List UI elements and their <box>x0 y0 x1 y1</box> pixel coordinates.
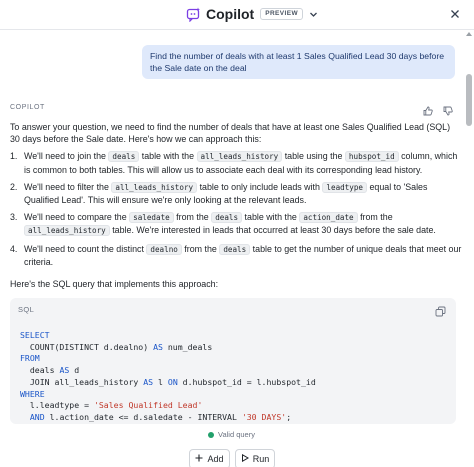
list-number: 2. <box>10 181 18 192</box>
header-title-group[interactable]: Copilot PREVIEW <box>186 6 318 22</box>
close-icon <box>450 6 460 24</box>
step-text: from the <box>173 212 212 223</box>
steps-list: 1. We'll need to join the deals table wi… <box>10 150 462 268</box>
code-line: JOIN all_leads_history AS l ON d.hubspot… <box>20 377 440 389</box>
sql-keyword: AS <box>59 365 70 376</box>
preview-badge: PREVIEW <box>260 7 303 21</box>
inline-code: saledate <box>129 212 174 224</box>
inline-code: deals <box>108 151 140 163</box>
code-line: SELECT <box>20 330 440 342</box>
copy-button[interactable] <box>435 304 446 317</box>
sql-keyword: AS <box>153 341 163 352</box>
thumbs-down-icon[interactable] <box>443 103 453 116</box>
sql-lead-in: Here's the SQL query that implements thi… <box>10 279 219 290</box>
step-text: from the <box>357 212 393 223</box>
plus-icon <box>195 454 203 464</box>
inline-code: all_leads_history <box>111 181 198 193</box>
sql-token: JOIN all_leads_history <box>20 376 144 387</box>
sql-keyword: SELECT <box>20 330 50 340</box>
sql-token: ; <box>286 411 292 422</box>
add-button[interactable]: Add <box>189 449 230 467</box>
scroll-up-arrow-icon[interactable] <box>466 32 472 36</box>
thumbs-up-icon[interactable] <box>423 103 433 116</box>
run-button[interactable]: Run <box>235 449 275 467</box>
sql-code-block: SQL SELECT COUNT(DISTINCT d.dealno) AS n… <box>10 298 456 424</box>
code-language-label: SQL <box>18 305 35 314</box>
inline-code: deals <box>211 212 243 224</box>
sql-token: d <box>69 365 80 376</box>
response-sender-label: COPILOT <box>10 104 45 111</box>
list-item: 2. We'll need to filter the all_leads_hi… <box>10 181 462 206</box>
step-text: We'll need to count the distinct <box>24 243 147 254</box>
sql-token: l.action_date <= d.saledate - INTERVAL <box>44 411 242 422</box>
sql-token: COUNT(DISTINCT d.dealno) <box>20 341 154 352</box>
feedback-buttons <box>423 103 453 116</box>
list-number: 4. <box>10 243 18 254</box>
chevron-down-icon[interactable] <box>309 10 318 19</box>
scrollbar[interactable] <box>464 30 474 467</box>
inline-code: all_leads_history <box>196 151 283 163</box>
sql-token: l.leadtype = <box>20 400 94 411</box>
sql-keyword: WHERE <box>20 388 45 399</box>
list-number: 3. <box>10 212 18 223</box>
code-line: l.leadtype = 'Sales Qualified Lead' <box>20 400 440 412</box>
sql-string: '30 DAYS' <box>241 411 287 422</box>
code-line: deals AS d <box>20 365 440 377</box>
app-title: Copilot <box>206 6 255 22</box>
add-button-label: Add <box>207 454 224 464</box>
code-line: AND l.action_date <= d.saledate - INTERV… <box>20 412 440 424</box>
sql-token: num_deals <box>162 341 213 352</box>
step-text: table with the <box>139 151 197 162</box>
sql-keyword: FROM <box>20 353 40 364</box>
scroll-thumb[interactable] <box>466 74 472 126</box>
sql-token: deals <box>20 365 60 376</box>
copilot-logo-icon <box>186 7 201 22</box>
sql-code: SELECT COUNT(DISTINCT d.dealno) AS num_d… <box>20 330 440 424</box>
step-text: table using the <box>282 151 345 162</box>
step-text: from the <box>181 243 220 254</box>
step-text: table. We're interested in leads that oc… <box>109 225 436 236</box>
run-button-label: Run <box>252 454 270 464</box>
sql-keyword: AS <box>143 376 154 387</box>
copy-icon <box>435 304 446 321</box>
query-status-text: Valid query <box>218 430 255 439</box>
inline-code: hubspot_id <box>344 151 399 163</box>
list-item: 1. We'll need to join the deals table wi… <box>10 150 462 175</box>
sql-string: 'Sales Qualified Lead' <box>93 400 203 411</box>
code-line: COUNT(DISTINCT d.dealno) AS num_deals <box>20 342 440 354</box>
sql-token: d.hubspot_id = l.hubspot_id <box>177 376 316 387</box>
step-text: table to only include leads with <box>197 181 323 192</box>
code-line: FROM <box>20 353 440 365</box>
step-text: table with the <box>242 212 300 223</box>
sql-token: l <box>153 376 168 387</box>
inline-code: dealno <box>146 243 182 255</box>
code-line: WHERE <box>20 389 440 401</box>
list-item: 4. We'll need to count the distinct deal… <box>10 243 462 268</box>
sql-keyword: ON <box>167 376 178 387</box>
panel-header: Copilot PREVIEW <box>0 0 474 30</box>
play-icon <box>241 453 249 464</box>
inline-code: all_leads_history <box>24 225 110 237</box>
step-text: We'll need to filter the <box>24 181 112 192</box>
sql-keyword: AND <box>29 411 45 422</box>
query-status: Valid query <box>208 430 255 439</box>
response-body: To answer your question, we need to find… <box>10 121 462 290</box>
inline-code: deals <box>219 243 251 255</box>
inline-code: leadtype <box>322 181 367 193</box>
step-text: We'll need to join the <box>24 151 109 162</box>
response-intro: To answer your question, we need to find… <box>10 122 451 145</box>
list-number: 1. <box>10 151 18 162</box>
valid-status-icon <box>208 431 214 438</box>
step-text: We'll need to compare the <box>24 212 130 223</box>
close-button[interactable] <box>447 7 463 23</box>
list-item: 3. We'll need to compare the saledate fr… <box>10 211 462 237</box>
inline-code: action_date <box>299 212 358 224</box>
user-message-bubble: Find the number of deals with at least 1… <box>142 45 455 79</box>
